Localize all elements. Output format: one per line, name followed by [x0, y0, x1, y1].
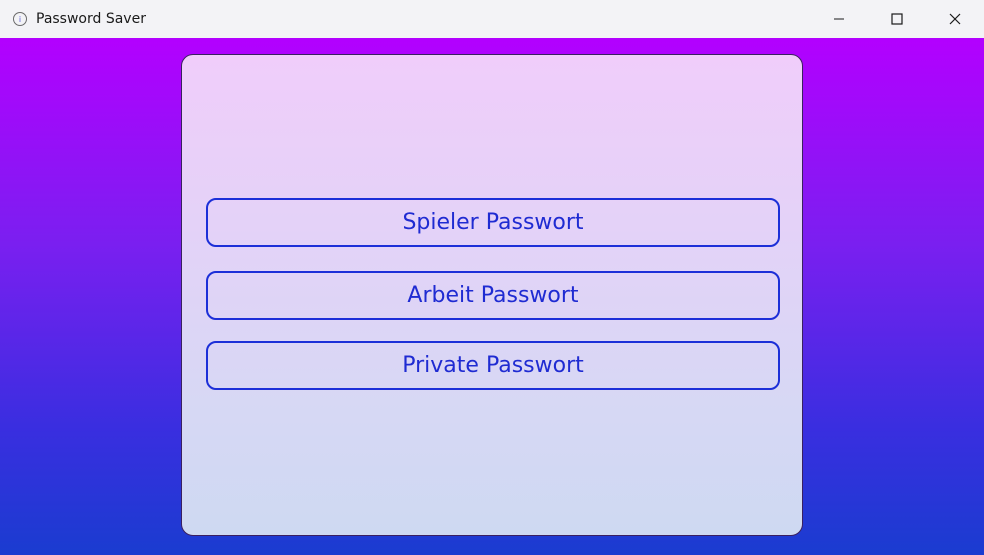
app-icon: i	[13, 12, 27, 26]
title-bar[interactable]: i Password Saver	[0, 0, 984, 38]
password-category-panel: Spieler Passwort Arbeit Passwort Private…	[181, 54, 803, 536]
minimize-button[interactable]	[810, 0, 868, 38]
spieler-passwort-button[interactable]: Spieler Passwort	[206, 198, 780, 247]
private-passwort-button[interactable]: Private Passwort	[206, 341, 780, 390]
close-button[interactable]	[926, 0, 984, 38]
minimize-icon	[834, 18, 844, 20]
maximize-button[interactable]	[868, 0, 926, 38]
app-window: i Password Saver Spieler Passwort Arbeit…	[0, 0, 984, 555]
close-icon	[949, 13, 961, 25]
window-title: Password Saver	[36, 11, 146, 27]
maximize-icon	[891, 13, 903, 25]
window-controls	[810, 0, 984, 38]
main-content: Spieler Passwort Arbeit Passwort Private…	[0, 38, 984, 555]
arbeit-passwort-button[interactable]: Arbeit Passwort	[206, 271, 780, 320]
